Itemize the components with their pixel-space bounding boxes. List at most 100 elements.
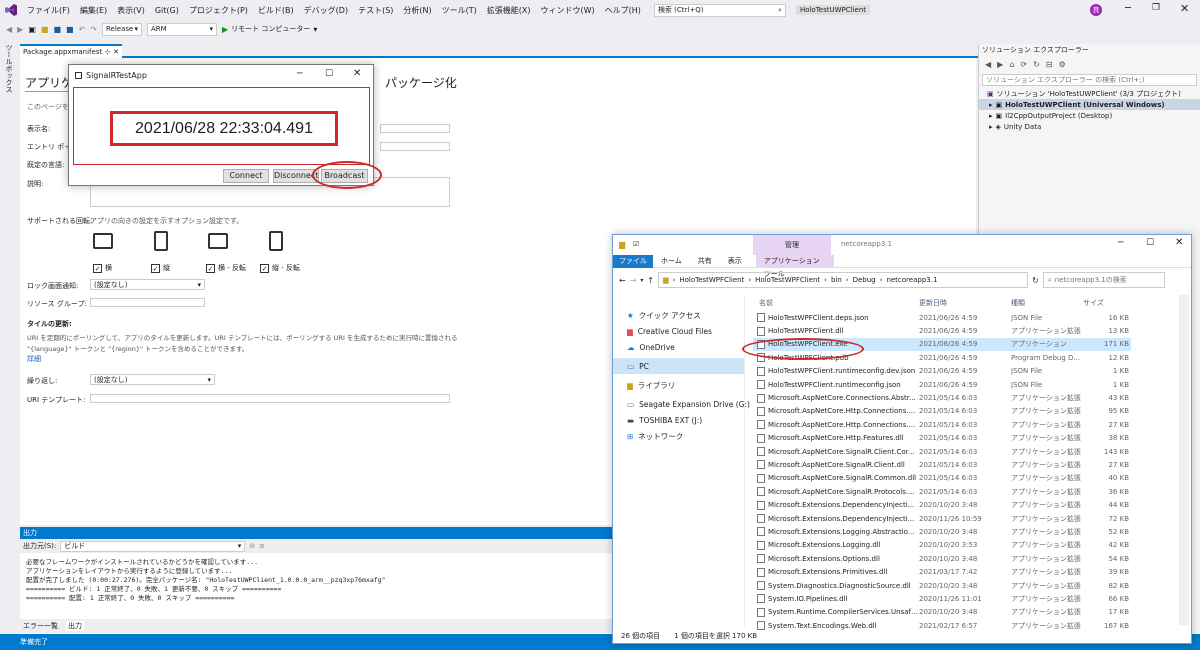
file-row[interactable]: System.Text.Encodings.Web.dll 2021/02/17 … (753, 619, 1131, 632)
close-button[interactable]: ✕ (1180, 2, 1189, 15)
breadcrumb-item[interactable]: Debug (853, 276, 876, 284)
menu-item[interactable]: ヘルプ(H) (600, 5, 646, 16)
platform-select[interactable]: ARM ▾ (146, 22, 217, 36)
file-row[interactable]: System.Runtime.CompilerServices.Unsafe..… (753, 606, 1131, 619)
connect-button[interactable]: Connect (223, 169, 269, 183)
close-button[interactable]: ✕ (353, 68, 361, 79)
nav-item[interactable]: ☁ OneDrive (613, 339, 744, 355)
pin-icon[interactable]: ⊹ (105, 48, 111, 56)
close-button[interactable]: ✕ (1175, 237, 1183, 248)
sync-icon[interactable]: ⟳ (1020, 60, 1027, 69)
breadcrumb-item[interactable]: bin (831, 276, 842, 284)
forward-icon[interactable]: → (630, 276, 637, 285)
col-date[interactable]: 更新日時 (919, 298, 947, 308)
breadcrumb-item[interactable]: HoloTestWPFClient (679, 276, 744, 284)
tree-item-il2cpp[interactable]: ▸ ▣ Il2CppOutputProject (Desktop) (979, 110, 1200, 121)
back-icon[interactable]: ◀ (985, 60, 991, 69)
scrollbar[interactable] (1179, 295, 1189, 625)
file-row[interactable]: Microsoft.AspNetCore.SignalR.Common.dll 2… (753, 472, 1131, 485)
menu-item[interactable]: 拡張機能(X) (482, 5, 536, 16)
file-row[interactable]: HoloTestWPFClient.runtimeconfig.dev.json… (753, 365, 1131, 378)
nav-item[interactable]: ⊞ ネットワーク (613, 428, 744, 444)
file-row[interactable]: Microsoft.Extensions.Options.dll 2020/10/… (753, 552, 1131, 565)
nav-item[interactable]: ▭ Seagate Expansion Drive (G:) (613, 396, 750, 412)
file-row[interactable]: System.IO.Pipelines.dll 2020/11/26 11:01 ア… (753, 592, 1131, 605)
save-all-icon[interactable]: ■ (66, 25, 74, 34)
file-row[interactable]: Microsoft.Extensions.Logging.Abstractio.… (753, 525, 1131, 538)
tree-item-unity-data[interactable]: ▸ ◈ Unity Data (979, 121, 1200, 132)
tab-output[interactable]: 出力 (66, 621, 84, 631)
home-icon[interactable]: ⌂ (1009, 60, 1014, 69)
save-icon[interactable]: ■ (53, 25, 61, 34)
minimize-button[interactable]: ─ (1118, 238, 1123, 248)
breadcrumb-item[interactable]: HoloTestWPFClient (755, 276, 820, 284)
col-size[interactable]: サイズ (1083, 298, 1104, 308)
file-row[interactable]: Microsoft.Extensions.Logging.dll 2020/10/… (753, 539, 1131, 552)
maximize-button[interactable]: ☐ (1146, 238, 1154, 248)
nav-item[interactable]: ▭ PC (613, 358, 744, 374)
details-link[interactable]: 詳細 (27, 354, 41, 364)
file-row[interactable]: HoloTestWPFClient.deps.json 2021/06/26 4:… (753, 311, 1131, 324)
rotation-portrait-flipped-checkbox[interactable]: ✓ 縦 - 反転 (260, 263, 300, 273)
menu-item[interactable]: 分析(N) (398, 5, 436, 16)
menu-item[interactable]: デバッグ(D) (299, 5, 353, 16)
menu-item[interactable]: Git(G) (150, 6, 184, 15)
menu-item[interactable]: 表示(V) (112, 5, 150, 16)
doc-tab-manifest[interactable]: Package.appxmanifest ⊹ ✕ (20, 44, 122, 58)
repeat-select[interactable]: (設定なし) ▾ (90, 374, 215, 385)
redo-icon[interactable]: ↷ (90, 25, 97, 34)
output-source-select[interactable]: ビルド ▾ (60, 540, 246, 552)
file-row[interactable]: Microsoft.Extensions.DependencyInjecti..… (753, 498, 1131, 511)
settings-icon[interactable]: ⚙ (1059, 60, 1066, 69)
file-row[interactable]: Microsoft.Extensions.DependencyInjecti..… (753, 512, 1131, 525)
file-row[interactable]: Microsoft.Extensions.Primitives.dll 2021/… (753, 565, 1131, 578)
menu-item[interactable]: ファイル(F) (22, 5, 75, 16)
menu-item[interactable]: テスト(S) (353, 5, 398, 16)
chevron-down-icon[interactable]: ▾ (640, 277, 643, 284)
solution-root[interactable]: ▣ ソリューション 'HoloTestUWPClient' (3/3 プロジェクト… (979, 88, 1200, 99)
explorer-search-input[interactable]: ⌕ netcoreapp3.1の検索 (1042, 272, 1165, 288)
col-type[interactable]: 種類 (1011, 298, 1025, 308)
back-icon[interactable]: ◀ (6, 25, 12, 34)
menu-item[interactable]: プロジェクト(P) (184, 5, 253, 16)
display-name-input[interactable] (380, 124, 450, 133)
file-row[interactable]: HoloTestWPFClient.runtimeconfig.json 2021… (753, 378, 1131, 391)
file-row[interactable]: Microsoft.AspNetCore.SignalR.Protocols..… (753, 485, 1131, 498)
menu-item[interactable]: ツール(T) (437, 5, 482, 16)
collapse-icon[interactable]: ⊟ (1046, 60, 1053, 69)
rotation-landscape-checkbox[interactable]: ✓ 横 (93, 263, 112, 273)
run-button[interactable]: ▶ リモート コンピューター ▾ (222, 24, 317, 34)
menu-item[interactable]: 編集(E) (75, 5, 112, 16)
file-row[interactable]: Microsoft.AspNetCore.SignalR.Client.dll 2… (753, 458, 1131, 471)
address-bar[interactable]: ▆ › HoloTestWPFClient › HoloTestWPFClient › bi… (658, 272, 1029, 288)
qat-check-icon[interactable]: ☑ (633, 240, 639, 248)
maximize-button[interactable]: ☐ (325, 69, 333, 79)
ribbon-file-tab[interactable]: ファイル (613, 254, 653, 268)
file-row[interactable]: Microsoft.AspNetCore.Http.Connections...… (753, 418, 1131, 431)
file-row[interactable]: System.Diagnostics.DiagnosticSource.dll 2… (753, 579, 1131, 592)
undo-icon[interactable]: ↶ (79, 25, 86, 34)
config-select[interactable]: Release ▾ (101, 22, 142, 36)
breadcrumb-item[interactable]: netcoreapp3.1 (886, 276, 937, 284)
lock-screen-select[interactable]: (設定なし) ▾ (90, 279, 205, 290)
forward-icon[interactable]: ▶ (17, 25, 23, 34)
nav-item[interactable]: ▆ Creative Cloud Files (613, 323, 744, 339)
avatar[interactable]: 良 (1090, 4, 1102, 16)
new-project-icon[interactable]: ▣ (28, 25, 36, 34)
app-tools-tab[interactable]: アプリケーション ツール (755, 254, 834, 278)
nav-item[interactable]: ▬ TOSHIBA EXT (J:) (613, 412, 744, 428)
file-row[interactable]: Microsoft.AspNetCore.Http.Connections...… (753, 405, 1131, 418)
ribbon-home-tab[interactable]: ホーム (653, 256, 690, 266)
maximize-button[interactable]: ❐ (1152, 3, 1160, 13)
menu-item[interactable]: ウィンドウ(W) (536, 5, 600, 16)
entry-point-input[interactable] (380, 142, 450, 151)
open-icon[interactable]: ■ (41, 25, 49, 34)
rotation-landscape-flipped-checkbox[interactable]: ✓ 横 - 反転 (206, 263, 246, 273)
refresh-icon[interactable]: ↻ (1033, 60, 1040, 69)
nav-item[interactable]: ★ クイック アクセス (613, 307, 744, 323)
close-icon[interactable]: ✕ (113, 48, 119, 56)
toolbox-tab[interactable]: ツールボックス (4, 44, 14, 93)
tree-item-uwp[interactable]: ▸ ▣ HoloTestUWPClient (Universal Windows) (979, 99, 1200, 110)
manage-tab[interactable]: 管理 (753, 235, 831, 255)
resource-group-input[interactable] (90, 298, 205, 307)
